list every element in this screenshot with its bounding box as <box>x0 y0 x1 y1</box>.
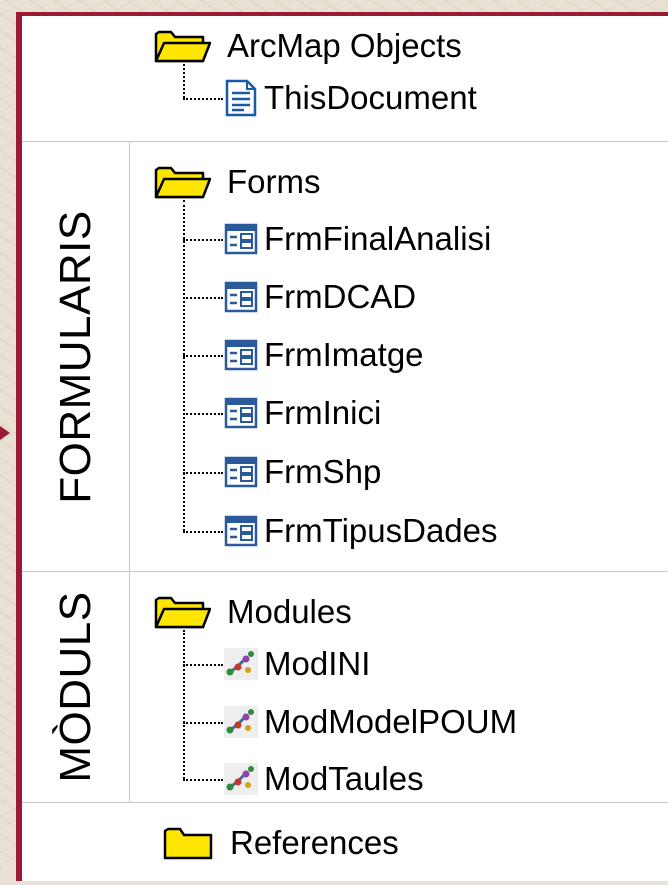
section-label-moduls: MÒDULS <box>51 591 100 783</box>
tree-connector <box>183 239 223 241</box>
tree-folder-forms[interactable]: Forms <box>153 160 321 204</box>
tree-folder-label: ArcMap Objects <box>227 27 462 64</box>
form-icon <box>224 456 258 488</box>
tree-connector <box>183 472 223 474</box>
form-icon <box>224 339 258 371</box>
tree-connector <box>183 200 185 531</box>
tree-item-label: FrmTipusDades <box>264 512 498 549</box>
form-icon <box>224 397 258 429</box>
forms-section: FORMULARIS Forms FrmFinalAnalisi FrmDCAD… <box>22 141 668 571</box>
arcmap-objects-section: ArcMap Objects ThisDocument <box>22 16 668 141</box>
section-label-formularis: FORMULARIS <box>51 209 100 504</box>
section-side-column: MÒDULS <box>22 572 130 802</box>
tree-item-module[interactable]: ModModelPOUM <box>224 700 517 744</box>
tree-item-label: ThisDocument <box>264 79 477 116</box>
tree-item-label: FrmInici <box>264 394 382 431</box>
tree-item-form[interactable]: FrmInici <box>224 391 381 435</box>
tree-item-form[interactable]: FrmImatge <box>224 333 424 377</box>
module-icon <box>224 763 258 795</box>
tree-connector <box>183 779 223 781</box>
tree-connector <box>183 98 223 100</box>
tree-item-module[interactable]: ModINI <box>224 642 370 686</box>
tree-connector <box>183 531 223 533</box>
folder-open-icon <box>153 594 211 630</box>
form-icon <box>224 223 258 255</box>
folder-open-icon <box>153 28 211 64</box>
tree-item-label: FrmShp <box>264 453 382 490</box>
section-side-column: FORMULARIS <box>22 142 130 571</box>
tree-item-label: FrmDCAD <box>264 278 417 315</box>
modules-section: MÒDULS Modules ModINI ModModelPOUM ModTa… <box>22 571 668 802</box>
tree-folder-label: Forms <box>227 163 321 200</box>
tree-item-form[interactable]: FrmFinalAnalisi <box>224 217 491 261</box>
tree-item-label: ModModelPOUM <box>264 703 518 740</box>
folder-closed-icon <box>162 825 214 861</box>
document-icon <box>224 79 258 117</box>
references-section: References <box>22 802 668 885</box>
project-explorer-panel: ArcMap Objects ThisDocument FORMULARIS F… <box>16 12 668 881</box>
module-icon <box>224 706 258 738</box>
module-icon <box>224 648 258 680</box>
tree-item-label: FrmImatge <box>264 336 424 373</box>
tree-connector <box>183 413 223 415</box>
tree-connector <box>183 722 223 724</box>
tree-connector <box>183 355 223 357</box>
tree-item-this-document[interactable]: ThisDocument <box>224 76 477 120</box>
tree-item-module[interactable]: ModTaules <box>224 757 424 801</box>
tree-item-form[interactable]: FrmDCAD <box>224 275 416 319</box>
tree-folder-label: References <box>230 824 399 861</box>
tree-folder-references[interactable]: References <box>162 821 399 865</box>
tree-connector <box>183 664 223 666</box>
tree-item-label: FrmFinalAnalisi <box>264 220 492 257</box>
tree-item-label: ModTaules <box>264 760 424 797</box>
form-icon <box>224 515 258 547</box>
tree-connector <box>183 630 185 779</box>
tree-folder-label: Modules <box>227 593 352 630</box>
tree-item-label: ModINI <box>264 645 371 682</box>
tree-connector <box>183 297 223 299</box>
tree-folder-arcmap-objects[interactable]: ArcMap Objects <box>153 24 462 68</box>
tree-connector <box>183 64 185 98</box>
form-icon <box>224 281 258 313</box>
tree-folder-modules[interactable]: Modules <box>153 590 352 634</box>
tree-item-form[interactable]: FrmTipusDades <box>224 509 498 553</box>
pointer-arrow-icon <box>0 426 10 440</box>
tree-item-form[interactable]: FrmShp <box>224 450 381 494</box>
folder-open-icon <box>153 164 211 200</box>
